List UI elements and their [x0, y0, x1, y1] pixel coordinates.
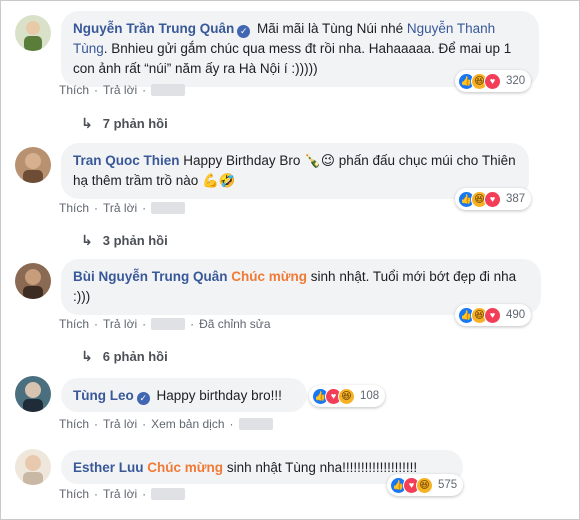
- like-link[interactable]: Thích: [59, 487, 89, 501]
- avatar[interactable]: [15, 147, 51, 183]
- commenter-name[interactable]: Tran Quoc Thien: [73, 153, 180, 168]
- like-link[interactable]: Thích: [59, 83, 89, 97]
- reaction-summary[interactable]: 👍 😆 ♥ 320: [455, 70, 532, 92]
- love-icon: ♥: [484, 72, 501, 90]
- avatar-image: [15, 376, 51, 412]
- reply-link[interactable]: Trả lời: [103, 317, 137, 331]
- comment-text: . Bnhieu gửi gắm chúc qua mess đt rồi nh…: [73, 41, 512, 76]
- reply-link[interactable]: Trả lời: [103, 201, 137, 215]
- comment-text: sinh nhật Tùng nha!!!!!!!!!!!!!!!!!!!!: [223, 460, 418, 475]
- reaction-count: 108: [360, 390, 380, 402]
- love-icon: ♥: [484, 190, 501, 208]
- haha-icon: 😆: [416, 476, 433, 494]
- reply-link[interactable]: Trả lời: [103, 487, 137, 501]
- avatar-image: [15, 449, 51, 485]
- commenter-name[interactable]: Tùng Leo: [73, 388, 134, 403]
- avatar[interactable]: [15, 449, 51, 485]
- timestamp-redacted: [151, 318, 186, 330]
- avatar-image: [15, 15, 51, 51]
- timestamp-redacted: [238, 418, 273, 430]
- reaction-count: 387: [506, 193, 526, 205]
- reaction-count: 490: [506, 309, 526, 321]
- commenter-name[interactable]: Esther Luu: [73, 460, 144, 475]
- reaction-summary[interactable]: 👍 ♥ 😆 575: [387, 474, 464, 496]
- like-link[interactable]: Thích: [59, 201, 89, 215]
- commenter-name[interactable]: Nguyễn Trần Trung Quân: [73, 21, 234, 36]
- avatar[interactable]: [15, 263, 51, 299]
- comment-text: Happy birthday bro!!!: [156, 388, 282, 403]
- comment-actions: Thích · Trả lời ·: [59, 83, 186, 97]
- comment-bubble: Tùng Leo ✓ Happy birthday bro!!!: [61, 378, 307, 412]
- comment-actions: Thích · Trả lời · Xem bản dịch ·: [59, 417, 273, 431]
- comment-actions: Thích · Trả lời ·: [59, 487, 186, 501]
- avatar-image: [15, 263, 51, 299]
- view-replies[interactable]: ↳ 6 phản hồi: [81, 348, 168, 365]
- haha-icon: 😆: [338, 387, 355, 405]
- comment-actions: Thích · Trả lời ·: [59, 201, 186, 215]
- reaction-count: 320: [506, 75, 526, 87]
- reply-arrow-icon: ↳: [81, 232, 93, 248]
- avatar[interactable]: [15, 376, 51, 412]
- edited-label[interactable]: Đã chỉnh sửa: [199, 317, 270, 331]
- avatar[interactable]: [15, 15, 51, 51]
- highlighted-text: Chúc mừng: [231, 269, 308, 284]
- timestamp-redacted: [151, 84, 186, 96]
- avatar-image: [15, 147, 51, 183]
- translate-link[interactable]: Xem bản dịch: [151, 417, 224, 431]
- comment-actions: Thích · Trả lời · · Đã chỉnh sửa: [59, 317, 271, 331]
- reaction-summary[interactable]: 👍 😆 ♥ 387: [455, 188, 532, 210]
- highlighted-text: Chúc mừng: [147, 460, 224, 475]
- commenter-name[interactable]: Bùi Nguyễn Trung Quân: [73, 269, 228, 284]
- reaction-count: 575: [438, 479, 458, 491]
- comments-panel: Nguyễn Trần Trung Quân ✓ Mãi mãi là Tùng …: [0, 0, 580, 520]
- reply-link[interactable]: Trả lời: [103, 83, 137, 97]
- view-replies[interactable]: ↳ 3 phản hồi: [81, 232, 168, 249]
- like-link[interactable]: Thích: [59, 417, 89, 431]
- love-icon: ♥: [484, 306, 501, 324]
- verified-icon: ✓: [136, 392, 150, 405]
- comment-text: Mãi mãi là Tùng Núi nhé: [257, 21, 407, 36]
- view-replies[interactable]: ↳ 7 phản hồi: [81, 115, 168, 132]
- timestamp-redacted: [151, 488, 186, 500]
- reaction-summary[interactable]: 👍 😆 ♥ 490: [455, 304, 532, 326]
- like-link[interactable]: Thích: [59, 317, 89, 331]
- reply-link[interactable]: Trả lời: [103, 417, 137, 431]
- reaction-summary[interactable]: 👍 ♥ 😆 108: [309, 385, 386, 407]
- reply-arrow-icon: ↳: [81, 115, 93, 131]
- reply-arrow-icon: ↳: [81, 348, 93, 364]
- timestamp-redacted: [151, 202, 186, 214]
- verified-icon: ✓: [237, 25, 251, 38]
